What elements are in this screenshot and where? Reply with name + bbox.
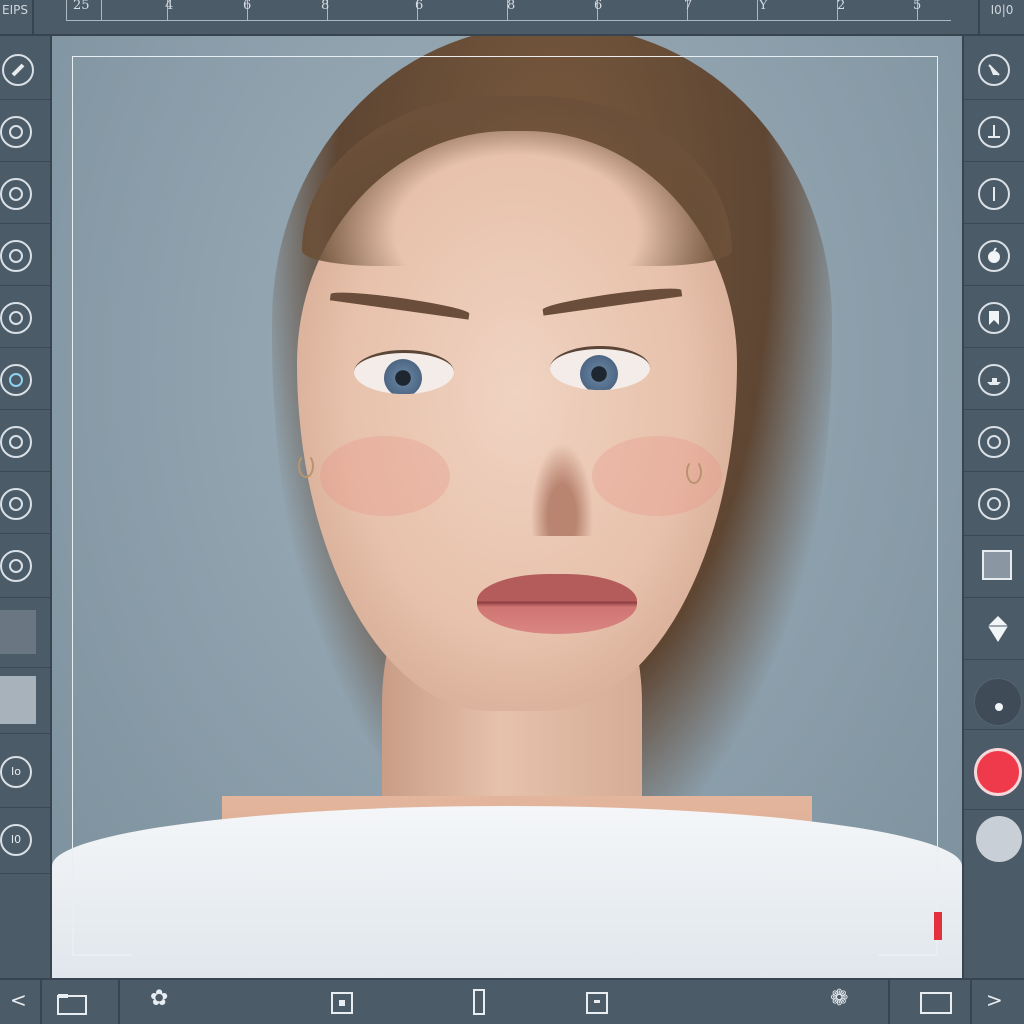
circle-tool-icon xyxy=(978,426,1010,458)
circle-tool-icon xyxy=(0,488,32,520)
circle-tool-button[interactable] xyxy=(0,162,50,224)
folder-icon xyxy=(57,994,87,1015)
chevron-left-icon: < xyxy=(10,988,27,1012)
line-icon xyxy=(978,178,1010,210)
square-tool-button[interactable] xyxy=(964,536,1024,598)
circle-labeled-icon: Io xyxy=(0,756,32,788)
crop-handle-bottom-right[interactable] xyxy=(878,896,938,956)
frame-button[interactable] xyxy=(888,980,972,1024)
corner-label-left: EIPS xyxy=(0,0,34,34)
dark-swatch-button[interactable] xyxy=(0,598,50,668)
boat-icon xyxy=(978,364,1010,396)
labeled-circle-button[interactable]: I0 xyxy=(0,808,50,874)
circle-tool-icon xyxy=(978,488,1010,520)
corner-label-right: I0|0 xyxy=(978,0,1024,34)
circle-tool-button[interactable] xyxy=(0,224,50,286)
bottom-tools: ✿ ❁ xyxy=(118,980,890,1024)
pencil-tool-button[interactable] xyxy=(0,36,50,100)
bookmark-icon xyxy=(978,302,1010,334)
circle-tool-button[interactable] xyxy=(0,410,50,472)
ruler-number: 6 xyxy=(243,0,252,13)
circle-tool-icon xyxy=(0,178,32,210)
bookmark-tool-button[interactable] xyxy=(964,286,1024,348)
light-swatch-button[interactable] xyxy=(0,668,50,734)
clover-icon[interactable]: ✿ xyxy=(150,986,168,1011)
boat-tool-button[interactable] xyxy=(964,348,1024,410)
ruler-number: 8 xyxy=(321,0,330,13)
record-button[interactable] xyxy=(964,730,1024,810)
recording-marker xyxy=(934,912,942,940)
circle-tool-icon xyxy=(0,302,32,334)
grey-circle-icon xyxy=(976,816,1022,862)
dot-icon xyxy=(974,678,1022,726)
square-dot-icon[interactable] xyxy=(331,992,353,1014)
square-dot-icon[interactable] xyxy=(586,992,608,1014)
circle-tool-button[interactable] xyxy=(964,472,1024,536)
crop-frame[interactable] xyxy=(72,56,938,902)
diamond-icon xyxy=(986,614,1010,648)
top-ruler-bar: EIPS 25 4 6 8 6 8 6 7 Y 2 5 I0|0 xyxy=(0,0,1024,36)
horizontal-ruler[interactable]: 25 4 6 8 6 8 6 7 Y 2 5 xyxy=(66,0,951,21)
circle-tool-button[interactable] xyxy=(0,100,50,162)
circle-labeled-icon: I0 xyxy=(0,824,32,856)
ruler-number: 5 xyxy=(913,0,922,13)
circle-tool-button-active[interactable] xyxy=(0,348,50,410)
ruler-number: 8 xyxy=(507,0,516,13)
photo-canvas[interactable] xyxy=(52,36,962,978)
tall-rect-icon[interactable] xyxy=(472,988,486,1016)
aperture-icon[interactable]: ❁ xyxy=(830,986,848,1011)
light-swatch-icon xyxy=(0,676,36,724)
diamond-tool-button[interactable] xyxy=(964,598,1024,660)
circle-tool-icon xyxy=(0,240,32,272)
chevron-right-icon: > xyxy=(986,988,1003,1012)
bottom-toolbar: < ✿ ❁ > xyxy=(0,978,1024,1024)
dot-tool-button[interactable] xyxy=(964,660,1024,730)
crop-guide-line xyxy=(72,900,938,901)
ruler-number: 2 xyxy=(837,0,846,13)
circle-tool-button[interactable] xyxy=(0,286,50,348)
circle-tool-button[interactable] xyxy=(964,410,1024,472)
ruler-number: 25 xyxy=(73,0,90,13)
circle-tool-icon xyxy=(0,364,32,396)
anchor-icon xyxy=(978,116,1010,148)
arrow-down-right-icon xyxy=(978,54,1010,86)
circle-tool-button[interactable] xyxy=(0,472,50,534)
ruler-number: 6 xyxy=(415,0,424,13)
line-tool-button[interactable] xyxy=(964,162,1024,224)
circle-tool-button[interactable] xyxy=(0,534,50,598)
crop-handle-bottom-left[interactable] xyxy=(72,896,132,956)
next-button[interactable]: > xyxy=(970,980,1024,1024)
apple-tool-button[interactable] xyxy=(964,224,1024,286)
prev-button[interactable]: < xyxy=(0,980,42,1024)
left-toolbar: Io I0 xyxy=(0,36,52,980)
anchor-tool-button[interactable] xyxy=(964,100,1024,162)
pencil-icon xyxy=(2,54,34,86)
right-toolbar xyxy=(962,36,1024,980)
circle-tool-icon xyxy=(0,116,32,148)
circle-tool-icon xyxy=(0,426,32,458)
folder-button[interactable] xyxy=(40,980,120,1024)
circle-tool-icon xyxy=(0,550,32,582)
ruler-number: 6 xyxy=(594,0,603,13)
labeled-circle-button[interactable]: Io xyxy=(0,734,50,808)
ruler-number: 7 xyxy=(684,0,693,13)
apple-icon xyxy=(978,240,1010,272)
grey-circle-button[interactable] xyxy=(964,810,1024,880)
ruler-number: Y xyxy=(759,0,768,13)
square-icon xyxy=(982,550,1012,580)
record-button-icon xyxy=(974,748,1022,796)
arrow-tool-button[interactable] xyxy=(964,36,1024,100)
ruler-number: 4 xyxy=(165,0,174,13)
dark-swatch-icon xyxy=(0,610,36,654)
rectangle-icon xyxy=(920,992,952,1014)
